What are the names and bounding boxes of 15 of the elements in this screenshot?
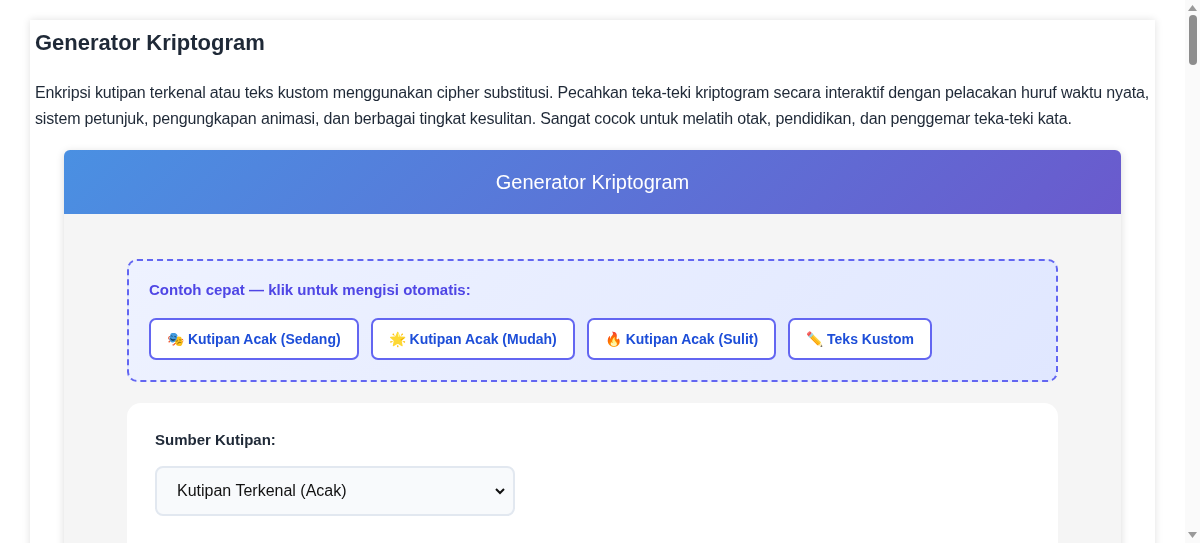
scroll-up-icon <box>1188 5 1197 11</box>
scroll-down-icon <box>1188 532 1197 538</box>
examples-label: Contoh cepat — klik untuk mengisi otomatis: <box>149 281 472 298</box>
chevron-down-icon <box>495 487 505 495</box>
source-label: Sumber Kutipan: <box>155 431 277 448</box>
example-button[interactable]: 🎭 Kutipan Acak (Sedang) <box>149 318 359 360</box>
example-button[interactable]: 🌟 Kutipan Acak (Mudah) <box>370 318 575 360</box>
example-button[interactable]: 🔥 Kutipan Acak (Sulit) <box>586 318 777 360</box>
page-description: Enkripsi kutipan terkenal atau teks kustom menggunakan cipher substitusi. Pecahkan teka-teki kriptogram secara interaktif dengan pelacakan huruf waktu nyata, sistem petunjuk, pengungkapan animasi, dan berbagai tingkat kesulitan. Sangat cocok untuk melatih otak, pendidikan, dan penggemar teka-teki kata. <box>35 83 1150 129</box>
scrollbar[interactable] <box>1185 0 1200 543</box>
widget-header: Generator Kriptogram <box>64 150 1121 214</box>
example-button[interactable]: ✏ Teks Kustom <box>788 318 932 360</box>
source-select[interactable]: Kutipan Terkenal (Acak) <box>155 466 515 516</box>
page-title: Generator Kriptogram <box>35 30 266 56</box>
scroll-thumb[interactable] <box>1188 15 1197 65</box>
